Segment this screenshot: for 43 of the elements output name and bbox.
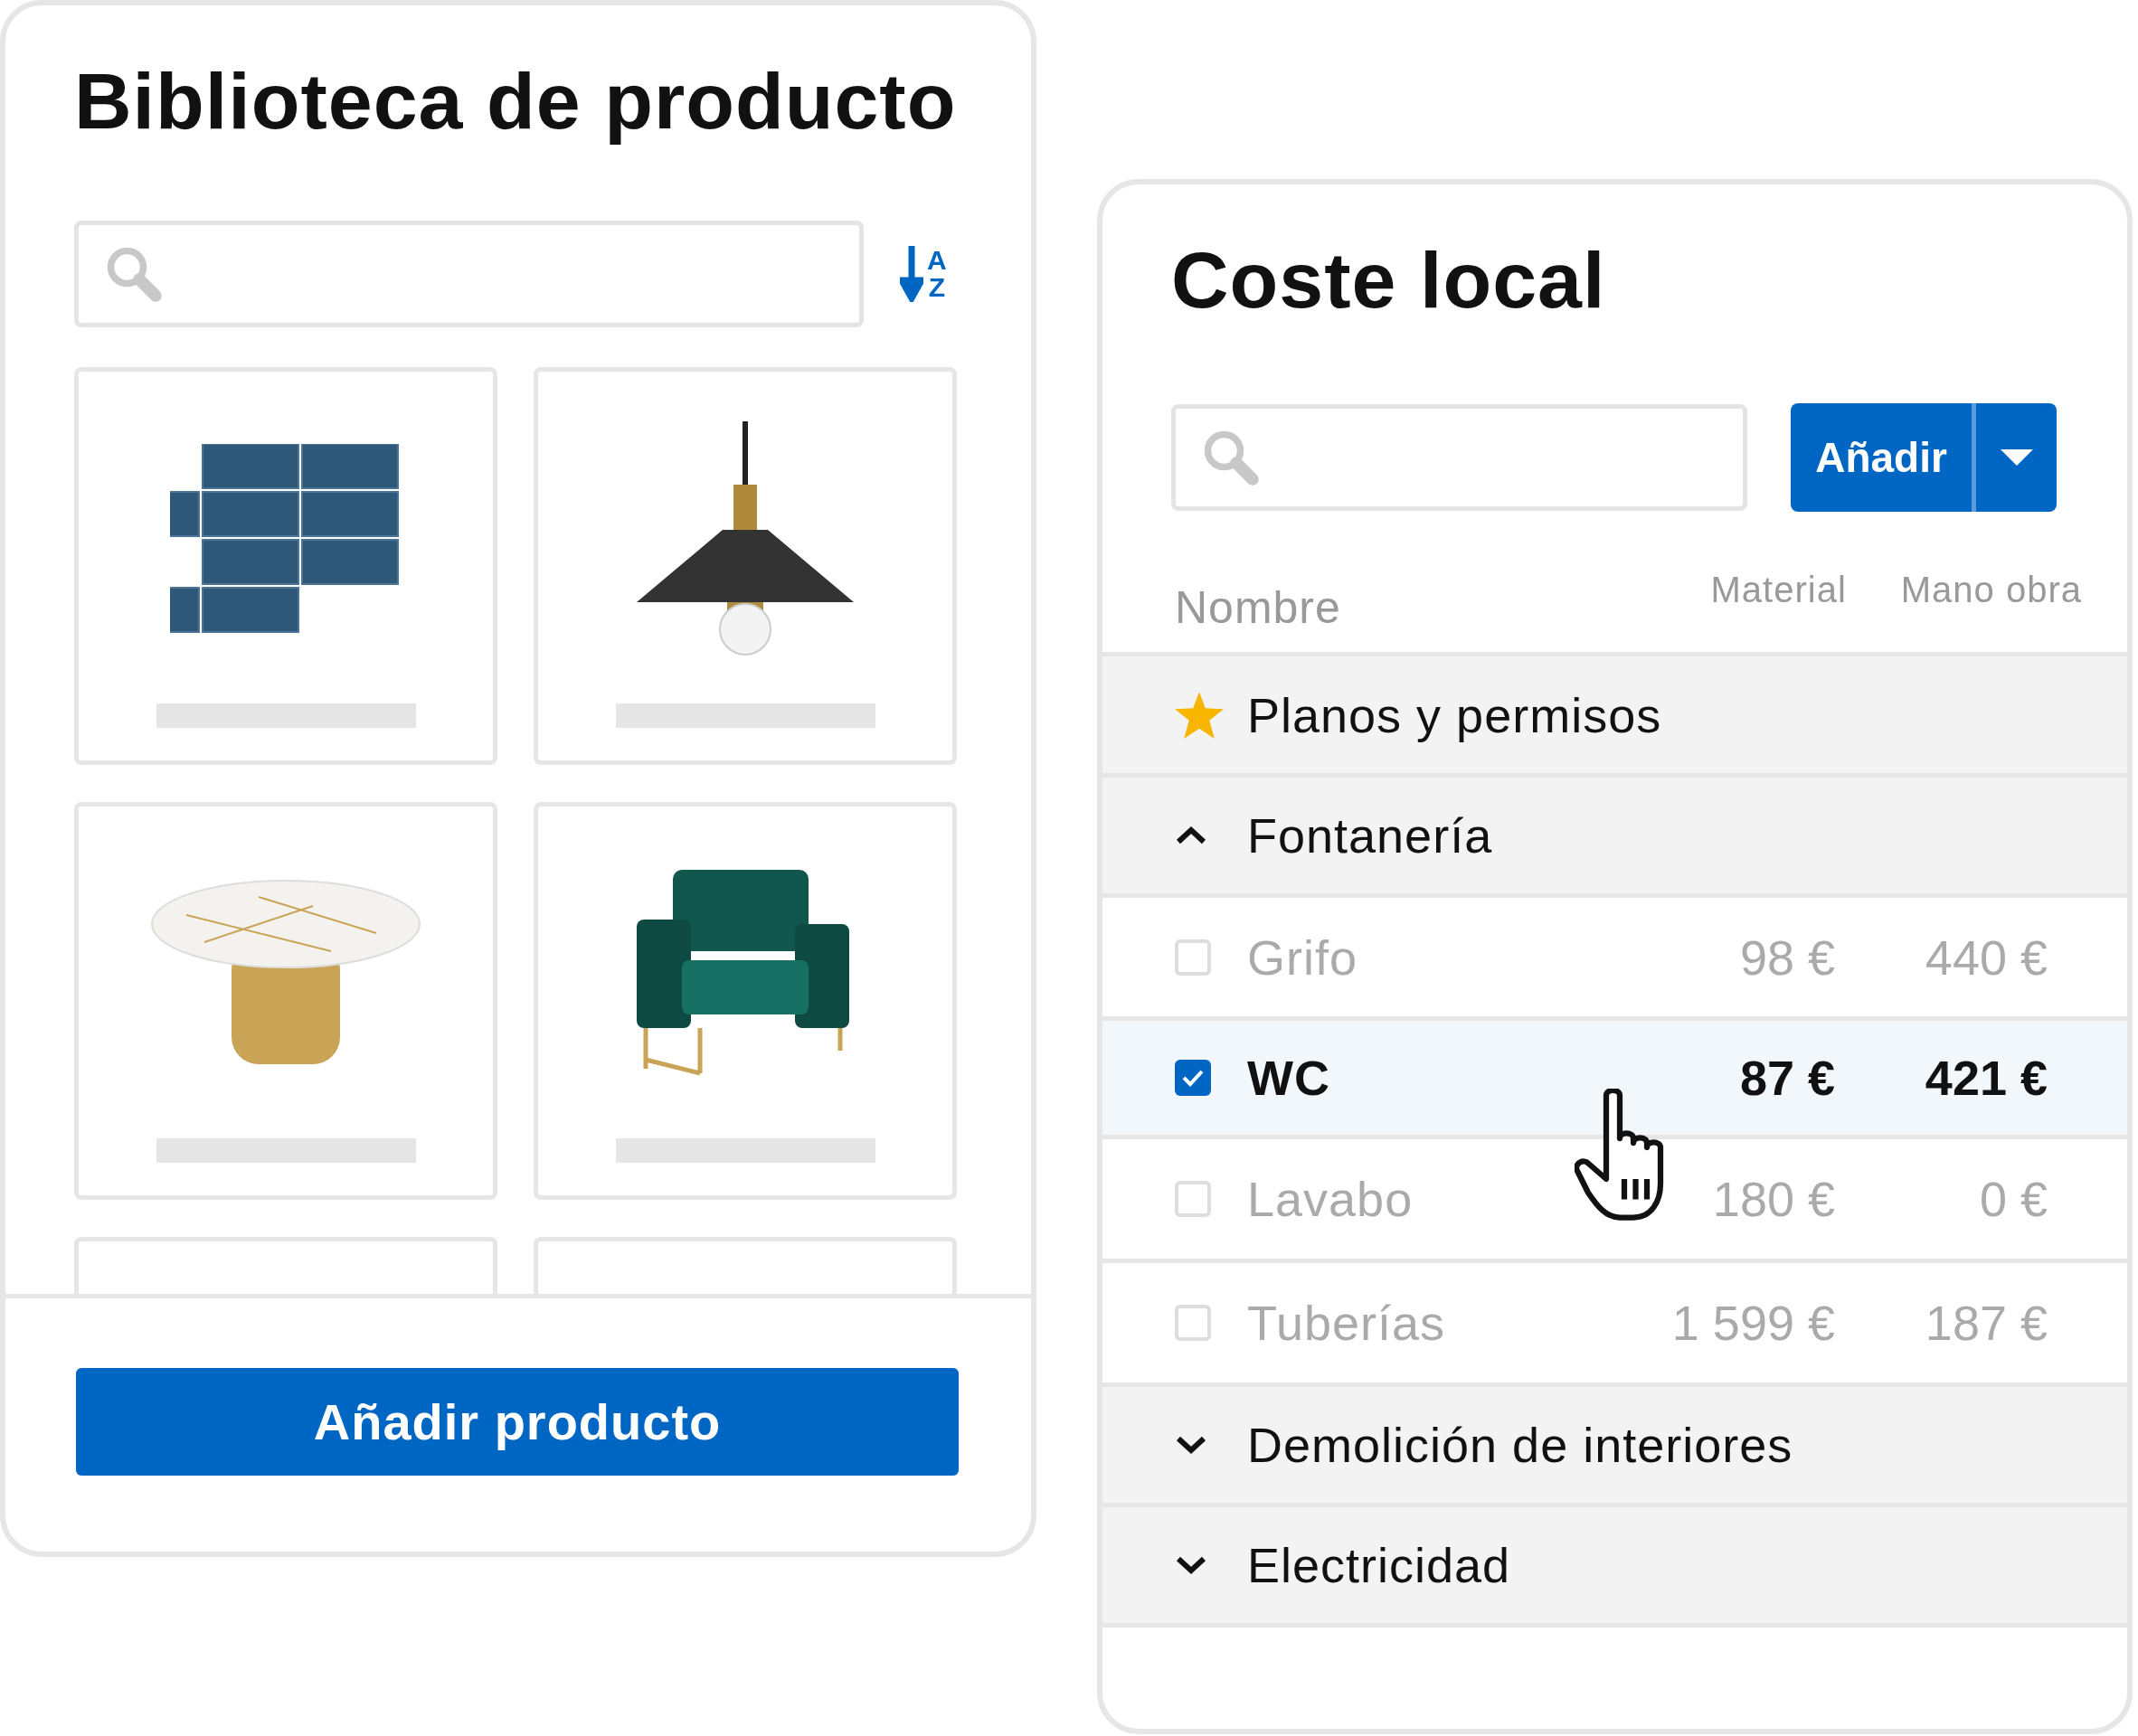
- item-name: Lavabo: [1247, 1171, 1414, 1227]
- category-row[interactable]: Planos y permisos: [1102, 652, 2127, 773]
- product-card[interactable]: [534, 802, 957, 1200]
- product-card[interactable]: [534, 367, 957, 765]
- checkbox[interactable]: [1175, 1305, 1211, 1341]
- category-name: Demolición de interiores: [1247, 1417, 1793, 1473]
- search-field[interactable]: [1171, 404, 1747, 511]
- item-name: WC: [1247, 1050, 1331, 1106]
- product-card[interactable]: [74, 367, 497, 765]
- checkbox[interactable]: [1175, 1060, 1211, 1096]
- labor-cost: 187 €: [1924, 1295, 2048, 1351]
- material-cost: 98 €: [1738, 929, 1835, 986]
- add-button[interactable]: Añadir: [1791, 403, 2057, 512]
- material-cost: 180 €: [1711, 1171, 1835, 1227]
- labor-cost: 0 €: [1978, 1171, 2048, 1227]
- category-row[interactable]: Electricidad: [1102, 1503, 2127, 1623]
- star-icon: [1175, 691, 1224, 739]
- column-header: Nombre: [1175, 581, 1342, 634]
- chevron-down-icon[interactable]: [1175, 1435, 1207, 1455]
- sort-button[interactable]: A Z: [900, 246, 947, 302]
- item-name: Tuberías: [1247, 1295, 1447, 1351]
- chevron-down-icon[interactable]: [1175, 1555, 1207, 1575]
- chevron-up-icon[interactable]: [1175, 826, 1207, 845]
- panel-title: Coste local: [1171, 241, 1607, 320]
- labor-cost: 421 €: [1924, 1050, 2048, 1106]
- caret-icon[interactable]: [2000, 449, 2033, 466]
- column-header: Mano obra: [1900, 570, 2082, 611]
- checkbox[interactable]: [1175, 1181, 1211, 1217]
- category-row[interactable]: Demolición de interiores: [1102, 1382, 2127, 1503]
- category-name: Planos y permisos: [1247, 686, 1662, 743]
- category-name: Fontanería: [1247, 807, 1493, 863]
- column-header: Material: [1710, 570, 1847, 611]
- category-row[interactable]: Fontanería: [1102, 773, 2127, 893]
- item-name: Grifo: [1247, 929, 1359, 986]
- checkmark-icon: [1181, 1068, 1205, 1088]
- labor-cost: 440 €: [1924, 929, 2048, 986]
- search-field[interactable]: [74, 221, 864, 327]
- item-row[interactable]: WC 87 € 421 €: [1102, 1016, 2127, 1135]
- category-name: Electricidad: [1247, 1537, 1511, 1593]
- material-cost: 87 €: [1738, 1050, 1835, 1106]
- checkbox[interactable]: [1175, 939, 1211, 976]
- add-product-button[interactable]: Añadir producto: [76, 1368, 959, 1476]
- material-cost: 1 599 €: [1670, 1295, 1835, 1351]
